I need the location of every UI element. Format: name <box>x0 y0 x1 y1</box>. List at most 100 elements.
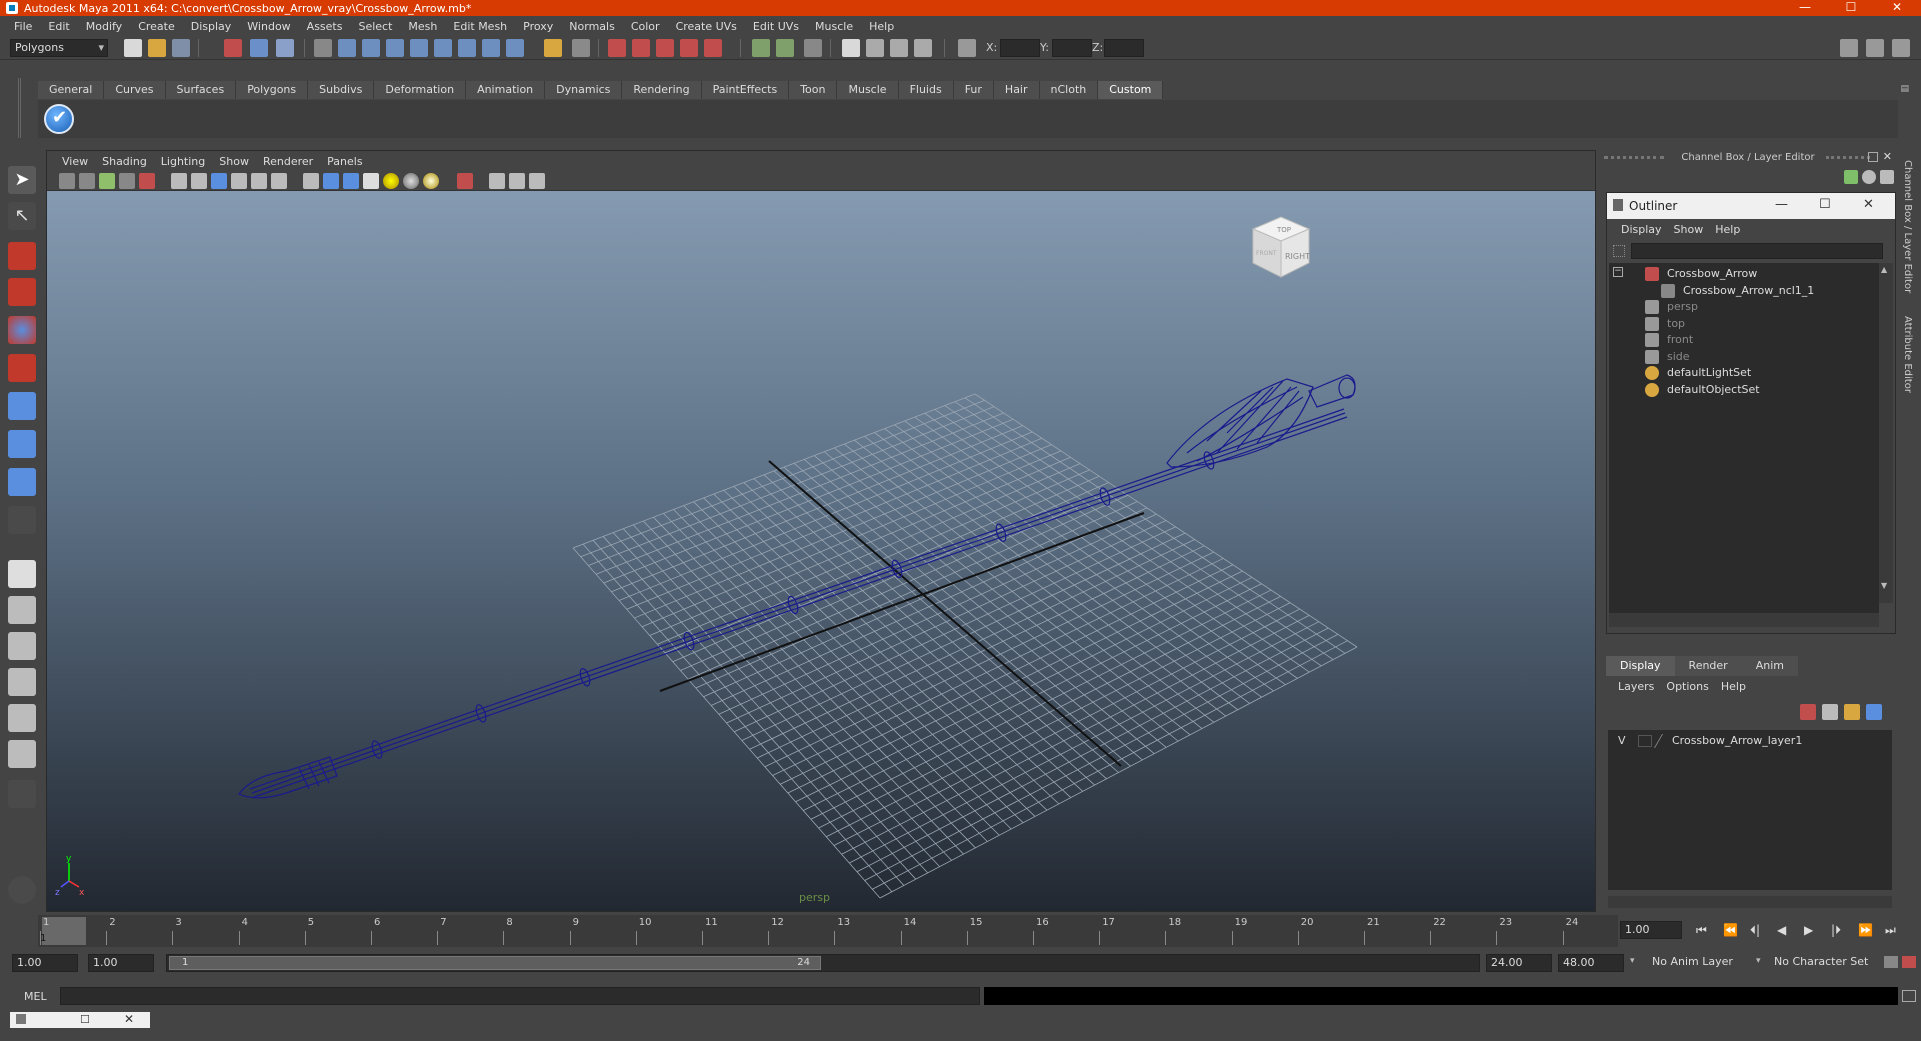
viewport-menu-view[interactable]: View <box>55 155 95 168</box>
scroll-up-icon[interactable]: ▲ <box>1881 265 1887 274</box>
layer-menu-layers[interactable]: Layers <box>1612 680 1660 693</box>
layer-from-selection-icon[interactable] <box>1822 704 1838 720</box>
outliner-filter-icon[interactable] <box>1613 245 1625 257</box>
menu-file[interactable]: File <box>6 20 40 33</box>
rotate-tool-icon[interactable] <box>8 316 36 344</box>
menu-normals[interactable]: Normals <box>561 20 623 33</box>
save-scene-icon[interactable] <box>172 39 190 57</box>
shelf-tab-deformation[interactable]: Deformation <box>374 81 467 99</box>
animation-end-field[interactable]: 48.00 <box>1558 954 1624 972</box>
minimized-close-icon[interactable]: ✕ <box>124 1012 134 1026</box>
outliner-menu-show[interactable]: Show <box>1668 223 1710 236</box>
menu-select[interactable]: Select <box>350 20 400 33</box>
universal-manipulator-icon[interactable] <box>8 392 36 420</box>
outliner-node-defaultlightset[interactable]: defaultLightSet <box>1667 364 1751 382</box>
lasso-tool-icon[interactable]: ↖ <box>8 202 36 230</box>
menu-window[interactable]: Window <box>239 20 298 33</box>
menu-set-dropdown[interactable]: Polygons <box>10 39 108 57</box>
playback-end-field[interactable]: 24.00 <box>1486 954 1552 972</box>
menu-display[interactable]: Display <box>183 20 240 33</box>
scene-canvas[interactable]: TOP RIGHT FRONT y x z <box>47 191 1595 911</box>
x-field[interactable] <box>1000 39 1040 57</box>
select-rendering-icon[interactable] <box>482 39 500 57</box>
shelf-tab-ncloth[interactable]: nCloth <box>1039 81 1099 99</box>
outliner-search-input[interactable] <box>1631 243 1883 259</box>
safe-action-icon[interactable] <box>251 173 267 189</box>
check-icon[interactable] <box>44 104 74 134</box>
animation-preferences-icon[interactable] <box>1902 956 1916 968</box>
select-tool-icon[interactable]: ➤ <box>8 166 36 194</box>
grid-icon[interactable] <box>139 173 155 189</box>
auto-key-icon[interactable] <box>1884 956 1898 968</box>
camera-select-icon[interactable] <box>59 173 75 189</box>
render-current-frame-icon[interactable] <box>842 39 860 57</box>
snap-grid-icon[interactable] <box>608 39 626 57</box>
time-slider-ticks[interactable]: 1 1 2 3 4 5 6 7 8 9 10 11 12 13 14 15 16 17 18 19 20 21 22 23 2… <box>38 915 1618 947</box>
float-panel-icon[interactable] <box>1868 152 1878 162</box>
outliner-node-front[interactable]: front <box>1667 331 1693 349</box>
mel-label[interactable]: MEL <box>24 990 47 1003</box>
hypershade-layout-icon[interactable] <box>8 704 36 732</box>
snap-point-icon[interactable] <box>656 39 674 57</box>
select-deformers-icon[interactable] <box>434 39 452 57</box>
viewcube[interactable]: TOP RIGHT FRONT <box>1251 216 1311 278</box>
layer-tab-display[interactable]: Display <box>1606 656 1675 676</box>
make-live-icon[interactable] <box>704 39 722 57</box>
shelf-tab-surfaces[interactable]: Surfaces <box>165 81 237 99</box>
viewport-menu-show[interactable]: Show <box>212 155 256 168</box>
outliner-minimize-button[interactable]: — <box>1775 197 1788 212</box>
anim-layer-dropdown[interactable]: No Anim Layer <box>1648 954 1758 972</box>
camera-attributes-icon[interactable] <box>79 173 95 189</box>
z-field[interactable] <box>1104 39 1144 57</box>
shelf-tab-general[interactable]: General <box>38 81 105 99</box>
layer-playback-toggle[interactable] <box>1638 735 1652 747</box>
soft-modification-icon[interactable] <box>8 430 36 458</box>
shelf-tab-curves[interactable]: Curves <box>104 81 166 99</box>
menu-help[interactable]: Help <box>861 20 902 33</box>
play-forwards-icon[interactable]: ▶ <box>1804 923 1813 937</box>
minimized-window[interactable]: ☐ ✕ <box>10 1012 150 1028</box>
tool-settings-toggle-icon[interactable] <box>1866 39 1884 57</box>
outliner-node-top[interactable]: top <box>1667 315 1685 333</box>
menu-proxy[interactable]: Proxy <box>515 20 561 33</box>
select-component-icon[interactable] <box>276 39 294 57</box>
layer-horizontal-scrollbar[interactable] <box>1608 896 1892 908</box>
add-to-layer-icon[interactable] <box>1844 704 1860 720</box>
character-set-arrow-icon[interactable]: ▾ <box>1756 956 1761 966</box>
show-manipulator-icon[interactable] <box>8 468 36 496</box>
viewport-menu-shading[interactable]: Shading <box>95 155 154 168</box>
shelf-tab-custom[interactable]: Custom <box>1098 81 1164 99</box>
channel-box-key-icon[interactable] <box>1844 170 1858 184</box>
channel-box-settings-icon[interactable] <box>1880 170 1894 184</box>
go-to-end-icon[interactable]: ⏭ <box>1885 923 1896 938</box>
highlight-selection-icon[interactable] <box>572 39 590 57</box>
select-surfaces-icon[interactable] <box>410 39 428 57</box>
persp-graph-layout-icon[interactable] <box>8 668 36 696</box>
layer-tab-render[interactable]: Render <box>1674 656 1742 676</box>
film-gate-icon[interactable] <box>171 173 187 189</box>
field-chart-icon[interactable] <box>231 173 247 189</box>
snap-view-plane-icon[interactable] <box>680 39 698 57</box>
shelf-tab-muscle[interactable]: Muscle <box>837 81 899 99</box>
select-dynamics-icon[interactable] <box>458 39 476 57</box>
four-view-layout-icon[interactable] <box>8 596 36 624</box>
y-field[interactable] <box>1052 39 1092 57</box>
viewport-menu-renderer[interactable]: Renderer <box>256 155 320 168</box>
single-perspective-layout-icon[interactable] <box>8 560 36 588</box>
range-slider[interactable]: 1 24 <box>166 954 1480 972</box>
shelf-tab-subdivs[interactable]: Subdivs <box>308 81 375 99</box>
viewport-menu-panels[interactable]: Panels <box>320 155 369 168</box>
shadows-icon[interactable] <box>423 173 439 189</box>
anim-layer-arrow-icon[interactable]: ▾ <box>1630 956 1635 966</box>
viewport-menu-lighting[interactable]: Lighting <box>154 155 212 168</box>
resolution-gate-icon[interactable] <box>191 173 207 189</box>
gate-mask-icon[interactable] <box>211 173 227 189</box>
shelf-tab-dynamics[interactable]: Dynamics <box>545 81 623 99</box>
shelf-tab-hair[interactable]: Hair <box>993 81 1040 99</box>
scale-tool-icon[interactable] <box>8 354 36 382</box>
new-scene-icon[interactable] <box>124 39 142 57</box>
mel-input[interactable] <box>60 987 980 1005</box>
shelf-tab-toon[interactable]: Toon <box>789 81 838 99</box>
layer-menu-options[interactable]: Options <box>1660 680 1714 693</box>
channel-box-toggle-icon[interactable] <box>1892 39 1910 57</box>
